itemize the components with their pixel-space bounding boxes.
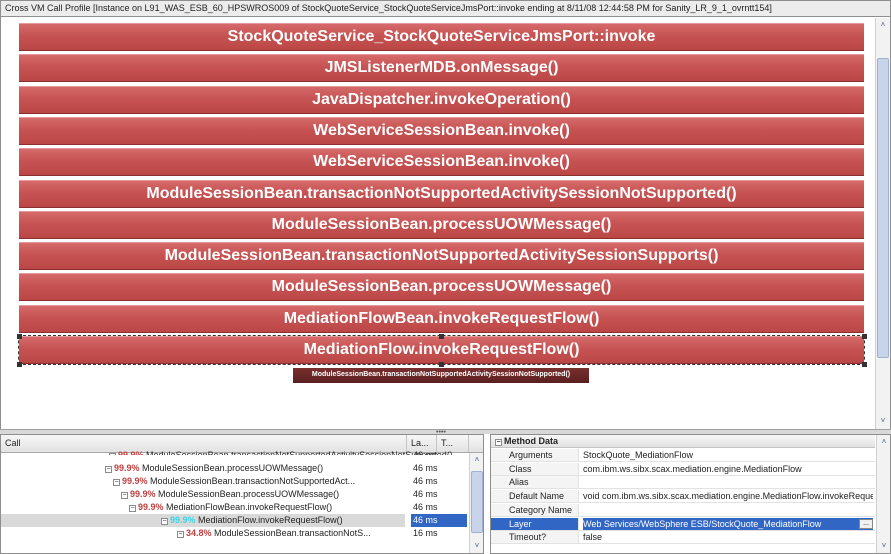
scroll-thumb[interactable] — [471, 471, 483, 533]
method-data-scrollbar[interactable]: ˄ ˅ — [876, 435, 890, 553]
scroll-down-arrow-icon[interactable]: ˅ — [877, 539, 890, 553]
property-row[interactable]: Timeout? false — [491, 531, 875, 545]
property-row[interactable]: Layer Web Services/WebSphere ESB/StockQuo… — [491, 517, 875, 531]
selection-handle[interactable] — [17, 334, 22, 339]
call-node[interactable]: −99.9% ModuleSessionBean.transactionNotS… — [113, 475, 355, 488]
call-node[interactable]: −99.9% ModuleSessionBean.processUOWMessa… — [105, 462, 323, 475]
collapse-icon[interactable]: − — [121, 492, 128, 499]
table-row[interactable]: −99.9% MediationFlow.invokeRequestFlow()… — [1, 514, 469, 527]
selection-handle[interactable] — [439, 362, 444, 367]
scroll-thumb[interactable] — [877, 58, 889, 358]
flame-frame[interactable]: StockQuoteService_StockQuoteServiceJmsPo… — [19, 23, 864, 51]
flame-frame[interactable]: JavaDispatcher.invokeOperation() — [19, 85, 864, 114]
call-name: ModuleSessionBean.transactionNotS... — [214, 528, 371, 538]
scroll-down-arrow-icon[interactable]: ˅ — [876, 414, 890, 428]
flame-graph-area[interactable]: StockQuoteService_StockQuoteServiceJmsPo… — [0, 17, 891, 429]
property-name: Layer — [491, 517, 579, 530]
property-name: Timeout? — [491, 531, 579, 544]
call-node[interactable]: −99.9% MediationFlowBean.invokeRequestFl… — [129, 501, 332, 514]
property-value[interactable]: com.ibm.ws.sibx.scax.mediation.engine.Me… — [583, 463, 873, 475]
call-name: ModuleSessionBean.transactionNotSupporte… — [146, 450, 453, 455]
call-node[interactable]: −99.9% ModuleSessionBean.processUOWMessa… — [121, 488, 339, 501]
property-value[interactable]: void com.ibm.ws.sibx.scax.mediation.engi… — [583, 490, 873, 502]
table-row[interactable]: −99.9% ModuleSessionBean.processUOWMessa… — [1, 462, 469, 475]
property-name: Category Name — [491, 503, 579, 516]
selection-handle[interactable] — [17, 362, 22, 367]
property-name: Class — [491, 462, 579, 475]
method-data-title: Method Data — [504, 436, 558, 446]
property-row[interactable]: Default Name void com.ibm.ws.sibx.scax.me… — [491, 490, 875, 504]
table-row[interactable]: −99.9% MediationFlowBean.invokeRequestFl… — [1, 501, 469, 514]
call-latency: 46 ms — [411, 514, 467, 527]
scroll-down-arrow-icon[interactable]: ˅ — [470, 539, 483, 553]
selection-handle[interactable] — [862, 334, 867, 339]
collapse-icon[interactable]: − — [177, 531, 184, 538]
property-row[interactable]: Class com.ibm.ws.sibx.scax.mediation.engi… — [491, 462, 875, 476]
call-node[interactable]: −99.9% ModuleSessionBean.transactionNotS… — [109, 449, 453, 455]
flame-frame[interactable]: JMSListenerMDB.onMessage() — [19, 54, 864, 83]
call-percent: 99.9% — [114, 463, 140, 473]
flame-frame-child[interactable]: ModuleSessionBean.transactionNotSupporte… — [293, 368, 589, 384]
selection-handle[interactable] — [862, 362, 867, 367]
scroll-up-arrow-icon[interactable]: ˄ — [877, 435, 890, 449]
call-latency: 46 ms — [413, 450, 438, 455]
call-latency: 46 ms — [413, 463, 438, 473]
collapse-icon[interactable]: − — [495, 439, 502, 446]
property-name: Arguments — [491, 449, 579, 461]
table-row[interactable]: −34.8% ModuleSessionBean.transactionNotS… — [1, 527, 469, 540]
window-title: Cross VM Call Profile [Instance on L91_W… — [0, 0, 891, 17]
property-value[interactable]: Web Services/WebSphere ESB/StockQuote_Me… — [583, 517, 873, 530]
flame-vertical-scrollbar[interactable]: ˄ ˅ — [875, 18, 890, 429]
property-value[interactable]: false — [583, 531, 873, 543]
method-data-header[interactable]: − Method Data — [491, 435, 875, 448]
call-percent: 99.9% — [138, 502, 164, 512]
table-row[interactable]: −99.9% ModuleSessionBean.transactionNotS… — [1, 449, 469, 455]
call-name: ModuleSessionBean.processUOWMessage() — [158, 489, 340, 499]
call-latency: 46 ms — [413, 489, 438, 499]
collapse-icon[interactable]: − — [109, 453, 116, 455]
call-latency: 16 ms — [413, 528, 438, 538]
ellipsis-button[interactable]: ... — [859, 518, 873, 529]
call-latency: 46 ms — [413, 502, 438, 512]
table-row[interactable]: −99.9% ModuleSessionBean.processUOWMessa… — [1, 488, 469, 501]
collapse-icon[interactable]: − — [113, 479, 120, 486]
call-percent: 99.9% — [118, 450, 144, 455]
call-percent: 34.8% — [186, 528, 212, 538]
property-row[interactable]: Category Name — [491, 503, 875, 517]
call-percent: 99.9% — [170, 515, 196, 525]
flame-frame[interactable]: MediationFlow.invokeRequestFlow() — [18, 335, 865, 365]
call-percent: 99.9% — [130, 489, 156, 499]
method-data-panel: − Method Data Arguments StockQuote_Mediati… — [490, 434, 891, 554]
collapse-icon[interactable]: − — [129, 505, 136, 512]
scroll-up-arrow-icon[interactable]: ˄ — [876, 18, 890, 32]
collapse-icon[interactable]: − — [105, 466, 112, 473]
flame-frame[interactable]: MediationFlowBean.invokeRequestFlow() — [19, 304, 864, 333]
flame-frame[interactable]: ModuleSessionBean.processUOWMessage() — [19, 273, 864, 302]
call-tree-scrollbar[interactable]: ˄ ˅ — [469, 453, 483, 553]
flame-frame[interactable]: WebServiceSessionBean.invoke() — [19, 148, 864, 177]
property-value[interactable]: StockQuote_MediationFlow — [583, 449, 873, 461]
table-row[interactable]: −99.9% ModuleSessionBean.transactionNotS… — [1, 475, 469, 488]
property-row[interactable]: Arguments StockQuote_MediationFlow — [491, 449, 875, 462]
call-node[interactable]: −99.9% MediationFlow.invokeRequestFlow() — [161, 514, 343, 527]
selection-handle[interactable] — [439, 334, 444, 339]
flame-frame[interactable]: ModuleSessionBean.processUOWMessage() — [19, 210, 864, 239]
flame-frame[interactable]: WebServiceSessionBean.invoke() — [19, 116, 864, 145]
call-name: ModuleSessionBean.processUOWMessage() — [142, 463, 324, 473]
call-name: MediationFlow.invokeRequestFlow() — [198, 515, 343, 525]
flame-frame[interactable]: ModuleSessionBean.transactionNotSupporte… — [19, 242, 864, 271]
call-name: ModuleSessionBean.transactionNotSupporte… — [150, 476, 356, 486]
call-percent: 99.9% — [122, 476, 148, 486]
property-name: Default Name — [491, 490, 579, 503]
call-name: MediationFlowBean.invokeRequestFlow() — [166, 502, 333, 512]
scroll-up-arrow-icon[interactable]: ˄ — [470, 453, 483, 467]
call-latency: 46 ms — [413, 476, 438, 486]
call-node[interactable]: −34.8% ModuleSessionBean.transactionNotS… — [177, 527, 371, 540]
property-name: Alias — [491, 476, 579, 489]
property-row[interactable]: Alias — [491, 476, 875, 490]
call-tree-panel: Call La... T... −99.9% ModuleSessionBean… — [0, 434, 484, 554]
collapse-icon[interactable]: − — [161, 518, 168, 525]
flame-frame[interactable]: ModuleSessionBean.transactionNotSupporte… — [19, 179, 864, 208]
